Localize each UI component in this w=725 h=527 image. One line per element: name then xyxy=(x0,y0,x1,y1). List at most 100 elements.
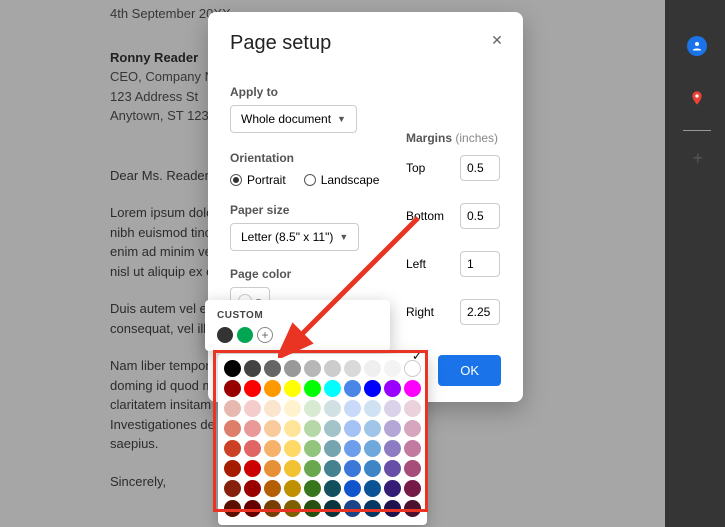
color-swatch[interactable] xyxy=(404,400,421,417)
color-swatch[interactable] xyxy=(344,400,361,417)
color-swatch[interactable] xyxy=(244,400,261,417)
margin-top-input[interactable] xyxy=(460,155,500,181)
color-swatch[interactable] xyxy=(264,500,281,517)
color-swatch[interactable] xyxy=(284,440,301,457)
color-swatch[interactable] xyxy=(324,400,341,417)
add-custom-color-button[interactable]: + xyxy=(257,327,273,343)
color-swatch[interactable] xyxy=(284,380,301,397)
color-swatch[interactable] xyxy=(284,360,301,377)
color-swatch[interactable] xyxy=(364,420,381,437)
color-swatch[interactable] xyxy=(284,420,301,437)
color-swatch[interactable] xyxy=(304,500,321,517)
orientation-landscape-radio[interactable]: Landscape xyxy=(304,173,380,187)
color-swatch[interactable] xyxy=(284,400,301,417)
color-swatch[interactable] xyxy=(404,480,421,497)
custom-color-swatch[interactable] xyxy=(217,327,233,343)
maps-icon[interactable] xyxy=(687,88,707,108)
paper-size-value: Letter (8.5" x 11") xyxy=(241,230,333,244)
color-swatch[interactable] xyxy=(224,380,241,397)
color-swatch[interactable] xyxy=(264,360,281,377)
color-swatch[interactable] xyxy=(304,440,321,457)
color-swatch[interactable] xyxy=(324,460,341,477)
color-swatch[interactable] xyxy=(284,480,301,497)
color-swatch[interactable] xyxy=(384,440,401,457)
color-swatch[interactable] xyxy=(304,400,321,417)
color-swatch[interactable] xyxy=(244,380,261,397)
apply-to-select[interactable]: Whole document ▼ xyxy=(230,105,357,133)
color-swatch[interactable] xyxy=(264,460,281,477)
color-swatch[interactable] xyxy=(384,360,401,377)
color-swatch[interactable] xyxy=(304,460,321,477)
color-swatch[interactable] xyxy=(364,480,381,497)
color-grid-panel xyxy=(218,354,427,525)
color-swatch[interactable] xyxy=(304,360,321,377)
color-swatch[interactable] xyxy=(264,480,281,497)
color-swatch[interactable] xyxy=(364,440,381,457)
color-swatch[interactable] xyxy=(384,380,401,397)
color-swatch[interactable] xyxy=(304,420,321,437)
color-swatch[interactable] xyxy=(404,500,421,517)
custom-color-swatch[interactable] xyxy=(237,327,253,343)
color-swatch[interactable] xyxy=(344,500,361,517)
color-swatch[interactable] xyxy=(344,440,361,457)
color-swatch[interactable] xyxy=(304,480,321,497)
color-swatch[interactable] xyxy=(404,460,421,477)
color-swatch[interactable] xyxy=(404,360,421,377)
margin-right-input[interactable] xyxy=(460,299,500,325)
color-swatch[interactable] xyxy=(224,460,241,477)
orientation-label: Orientation xyxy=(230,151,388,165)
color-swatch[interactable] xyxy=(324,360,341,377)
color-swatch[interactable] xyxy=(264,400,281,417)
color-swatch[interactable] xyxy=(244,420,261,437)
color-swatch[interactable] xyxy=(384,400,401,417)
color-swatch[interactable] xyxy=(404,380,421,397)
color-swatch[interactable] xyxy=(224,480,241,497)
color-swatch[interactable] xyxy=(244,360,261,377)
color-swatch[interactable] xyxy=(224,360,241,377)
color-swatch[interactable] xyxy=(364,460,381,477)
color-swatch[interactable] xyxy=(224,500,241,517)
color-swatch[interactable] xyxy=(384,480,401,497)
color-swatch[interactable] xyxy=(244,460,261,477)
color-swatch[interactable] xyxy=(304,380,321,397)
contacts-icon[interactable] xyxy=(687,36,707,56)
color-swatch[interactable] xyxy=(324,420,341,437)
margin-left-input[interactable] xyxy=(460,251,500,277)
color-swatch[interactable] xyxy=(404,440,421,457)
color-swatch[interactable] xyxy=(364,400,381,417)
color-swatch[interactable] xyxy=(324,480,341,497)
color-swatch[interactable] xyxy=(364,500,381,517)
color-swatch[interactable] xyxy=(384,420,401,437)
color-swatch[interactable] xyxy=(404,420,421,437)
color-swatch[interactable] xyxy=(284,460,301,477)
color-swatch[interactable] xyxy=(224,440,241,457)
color-swatch[interactable] xyxy=(264,420,281,437)
color-swatch[interactable] xyxy=(384,460,401,477)
orientation-portrait-radio[interactable]: Portrait xyxy=(230,173,286,187)
color-swatch[interactable] xyxy=(344,360,361,377)
color-swatch[interactable] xyxy=(244,480,261,497)
add-addon-button[interactable]: + xyxy=(692,148,703,169)
color-swatch[interactable] xyxy=(264,440,281,457)
ok-button[interactable]: OK xyxy=(438,355,501,386)
color-swatch[interactable] xyxy=(324,380,341,397)
color-swatch[interactable] xyxy=(344,480,361,497)
color-swatch[interactable] xyxy=(344,380,361,397)
color-swatch[interactable] xyxy=(324,440,341,457)
color-swatch[interactable] xyxy=(264,380,281,397)
paper-size-select[interactable]: Letter (8.5" x 11") ▼ xyxy=(230,223,359,251)
color-swatch[interactable] xyxy=(284,500,301,517)
color-swatch[interactable] xyxy=(224,420,241,437)
color-swatch[interactable] xyxy=(244,440,261,457)
color-swatch[interactable] xyxy=(344,420,361,437)
color-swatch[interactable] xyxy=(244,500,261,517)
close-button[interactable]: ✕ xyxy=(489,32,505,48)
color-swatch[interactable] xyxy=(224,400,241,417)
color-swatch[interactable] xyxy=(364,360,381,377)
color-swatch[interactable] xyxy=(324,500,341,517)
color-swatch[interactable] xyxy=(344,460,361,477)
color-swatch[interactable] xyxy=(364,380,381,397)
dialog-title: Page setup xyxy=(230,32,501,55)
margin-bottom-input[interactable] xyxy=(460,203,500,229)
color-swatch[interactable] xyxy=(384,500,401,517)
